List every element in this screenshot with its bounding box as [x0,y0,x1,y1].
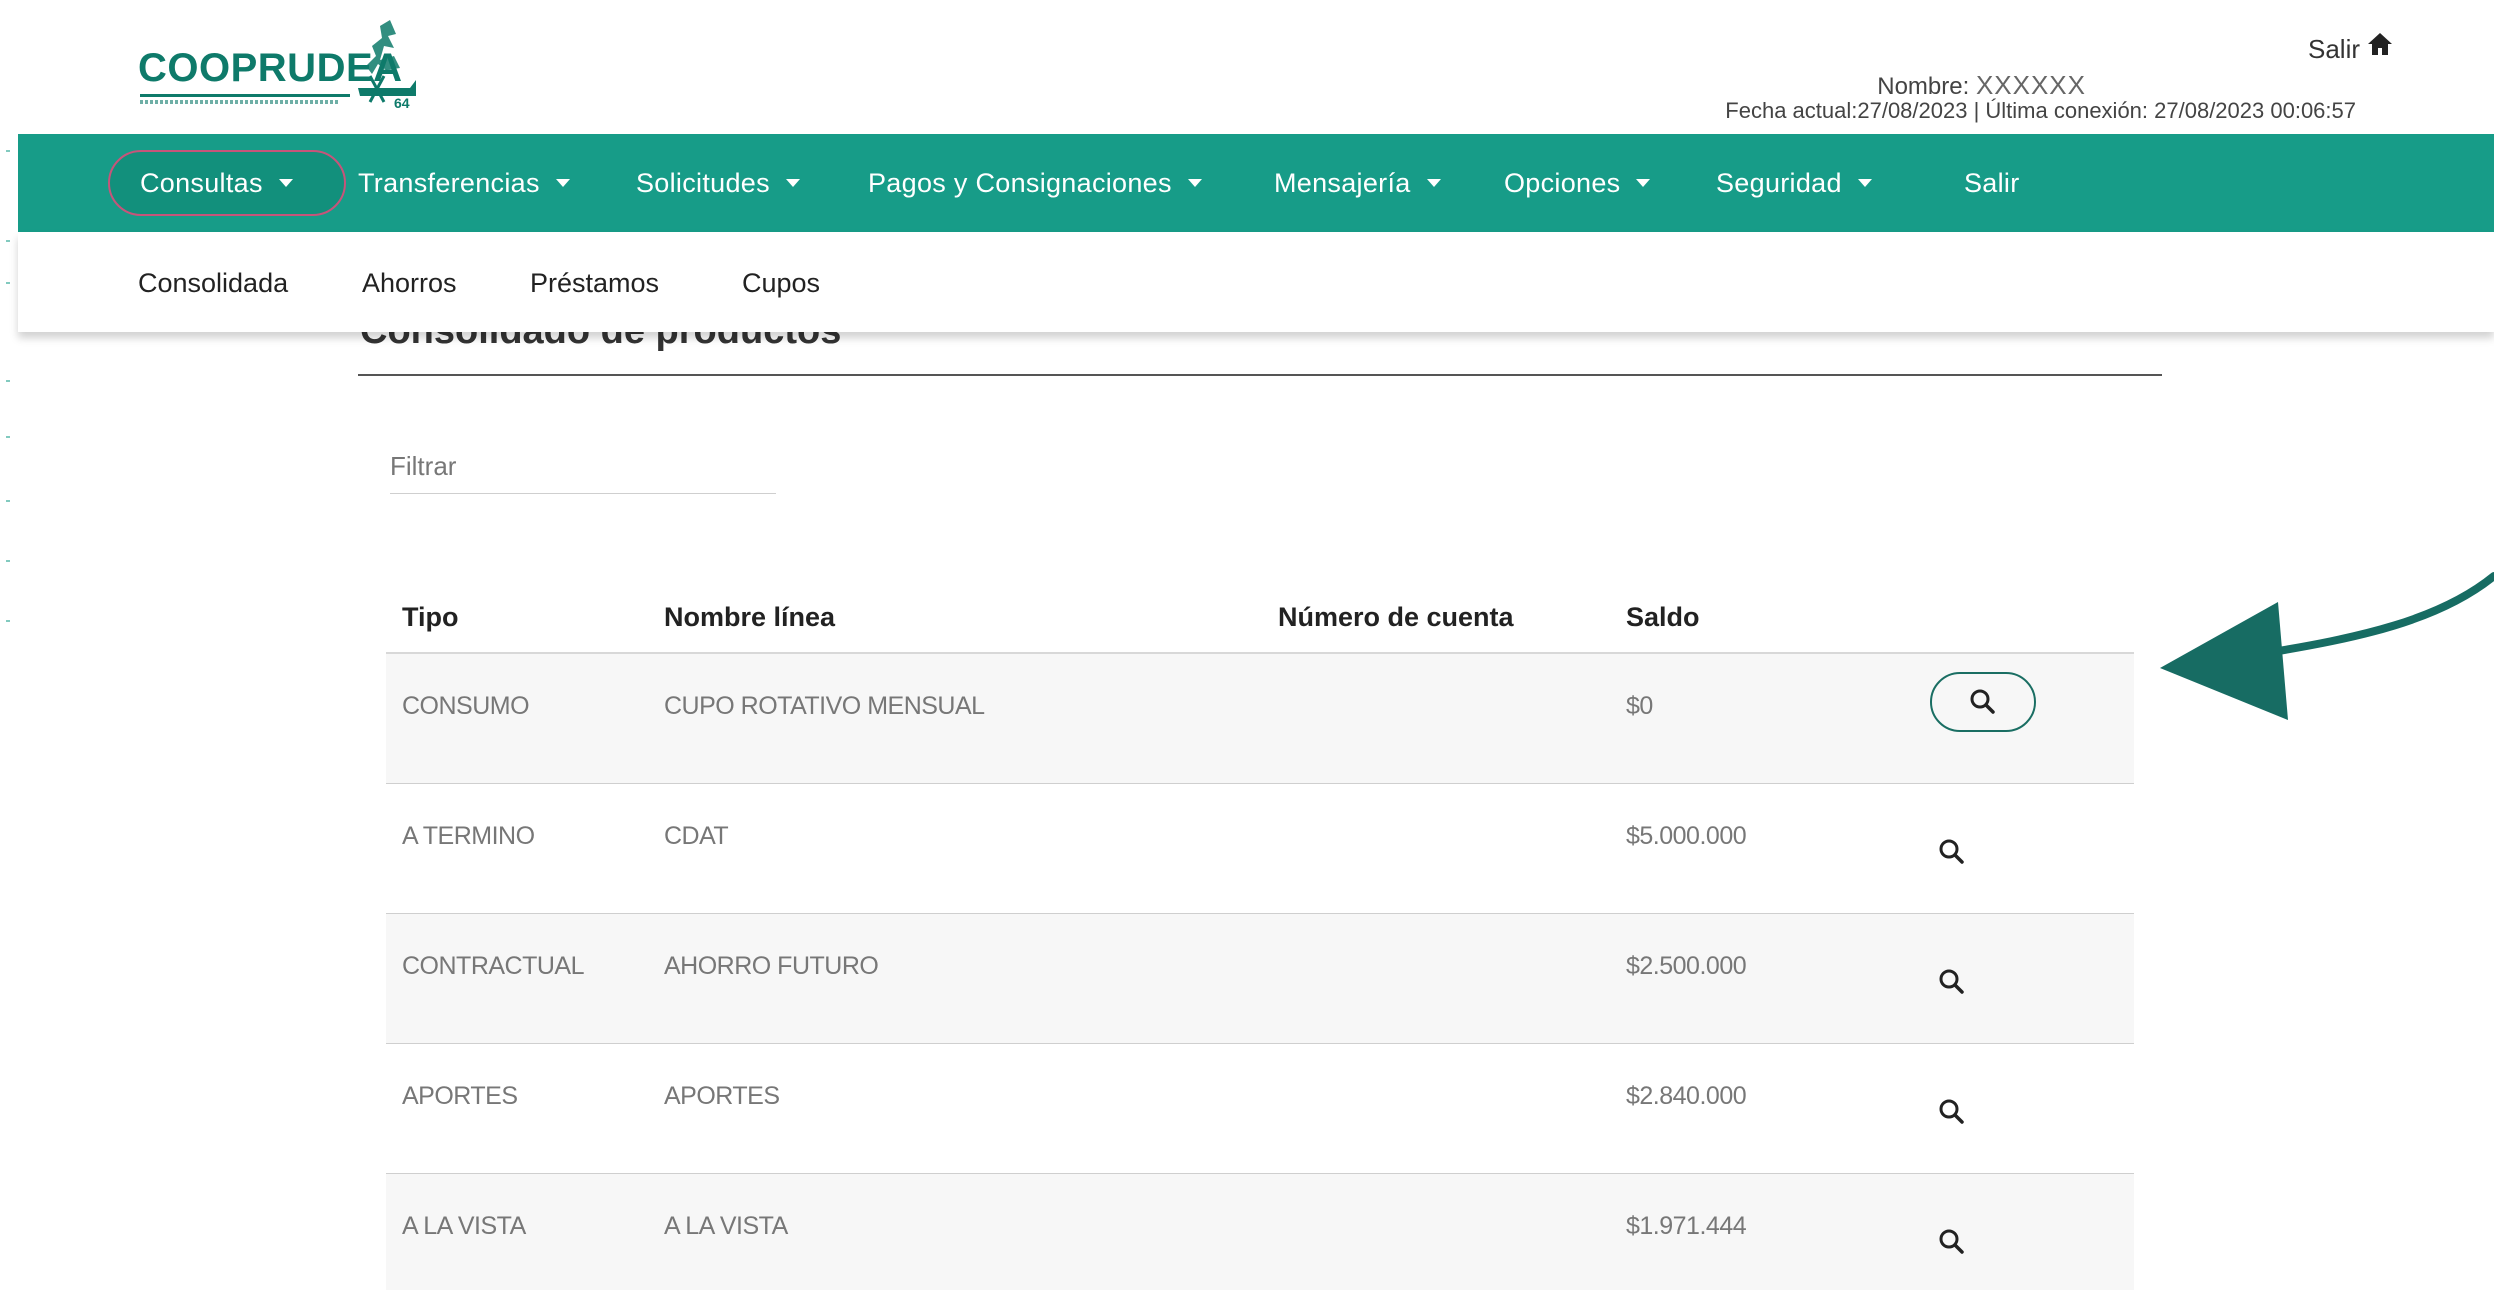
nav-item-label: Seguridad [1716,167,1842,198]
logo-tagline [140,100,340,104]
view-detail-button[interactable] [1928,828,1976,876]
view-detail-button[interactable] [1930,672,2036,732]
nav-item-label: Mensajería [1274,167,1411,198]
cell-tipo: A TERMINO [402,822,535,850]
nav-item-label: Salir [1964,167,2020,198]
caret-down-icon [555,179,570,187]
home-icon[interactable] [2366,30,2394,58]
caret-down-icon [1187,179,1202,187]
consultas-submenu: Consolidada Ahorros Préstamos Cupos [18,232,2494,332]
nav-item-consultas[interactable]: Consultas [140,134,293,232]
cell-tipo: A LA VISTA [402,1212,526,1240]
nav-item-label: Solicitudes [636,167,770,198]
session-date-line: Fecha actual:27/08/2023 | Última conexió… [1725,98,2356,123]
column-header-numero-cuenta[interactable]: Número de cuenta [1278,602,1514,633]
nav-item-mensajeria[interactable]: Mensajería [1274,134,1441,232]
submenu-item-consolidada[interactable]: Consolidada [138,268,288,299]
filter-input[interactable] [390,440,776,494]
cell-saldo: $2.500.000 [1626,952,1747,980]
magnifier-icon [1970,689,1995,714]
submenu-item-cupos[interactable]: Cupos [742,268,820,299]
table-row: CONSUMO CUPO ROTATIVO MENSUAL $0 [386,654,2134,784]
submenu-item-ahorros[interactable]: Ahorros [362,268,457,299]
magnifier-icon [1939,969,1964,994]
svg-text:64: 64 [394,95,410,108]
caret-down-icon [1426,179,1441,187]
cell-nombre-linea: CUPO ROTATIVO MENSUAL [664,692,985,720]
cell-saldo: $5.000.000 [1626,822,1747,850]
nav-item-seguridad[interactable]: Seguridad [1716,134,1872,232]
cell-nombre-linea: APORTES [664,1082,780,1110]
magnifier-icon [1939,1099,1964,1124]
nav-item-transferencias[interactable]: Transferencias [358,134,570,232]
nav-item-label: Pagos y Consignaciones [868,167,1172,198]
column-header-tipo[interactable]: Tipo [402,602,459,633]
magnifier-icon [1939,1229,1964,1254]
title-divider [358,374,2162,376]
nav-item-opciones[interactable]: Opciones [1504,134,1651,232]
logo-underline [140,94,350,97]
main-nav: Consultas Transferencias Solicitudes Pag… [18,134,2494,232]
user-name-label: Nombre: [1877,73,1970,100]
caret-down-icon [785,179,800,187]
cell-saldo: $0 [1626,692,1653,720]
cell-nombre-linea: CDAT [664,822,729,850]
page-edge-marks [0,0,16,1290]
nav-item-pagos-consignaciones[interactable]: Pagos y Consignaciones [868,134,1202,232]
nav-item-label: Opciones [1504,167,1621,198]
view-detail-button[interactable] [1928,1218,1976,1266]
view-detail-button[interactable] [1928,958,1976,1006]
nav-item-solicitudes[interactable]: Solicitudes [636,134,800,232]
cell-tipo: APORTES [402,1082,518,1110]
cell-saldo: $1.971.444 [1626,1212,1747,1240]
submenu-item-prestamos[interactable]: Préstamos [530,268,659,299]
cell-tipo: CONSUMO [402,692,530,720]
column-header-nombre-linea[interactable]: Nombre línea [664,602,835,633]
table-row: APORTES APORTES $2.840.000 [386,1044,2134,1174]
cell-tipo: CONTRACTUAL [402,952,585,980]
logo-emblem-icon: 64 [358,20,416,108]
cell-nombre-linea: AHORRO FUTURO [664,952,879,980]
view-detail-button[interactable] [1928,1088,1976,1136]
magnifier-icon [1939,839,1964,864]
nav-item-salir[interactable]: Salir [1964,134,2020,232]
nav-item-label: Transferencias [358,167,540,198]
products-table: Tipo Nombre línea Número de cuenta Saldo… [386,580,2134,1290]
column-header-saldo[interactable]: Saldo [1626,602,1700,633]
site-header: COOPRUDEA 64 Salir Nombre: XXXXXX Fecha … [0,0,2494,134]
cell-saldo: $2.840.000 [1626,1082,1747,1110]
table-row: A TERMINO CDAT $5.000.000 [386,784,2134,914]
callout-arrow-icon [2160,572,2494,720]
cell-nombre-linea: A LA VISTA [664,1212,788,1240]
table-header-row: Tipo Nombre línea Número de cuenta Saldo [386,580,2134,654]
cooprudea-logo[interactable]: COOPRUDEA 64 [138,14,428,110]
nav-item-label: Consultas [140,167,263,198]
caret-down-icon [1636,179,1651,187]
table-row: A LA VISTA A LA VISTA $1.971.444 [386,1174,2134,1290]
table-row: CONTRACTUAL AHORRO FUTURO $2.500.000 [386,914,2134,1044]
caret-down-icon [1857,179,1872,187]
user-name-line: Nombre: XXXXXX [1877,70,2086,101]
user-name-value: XXXXXX [1975,70,2086,100]
caret-down-icon [278,179,293,187]
header-logout-link[interactable]: Salir [2308,34,2360,65]
